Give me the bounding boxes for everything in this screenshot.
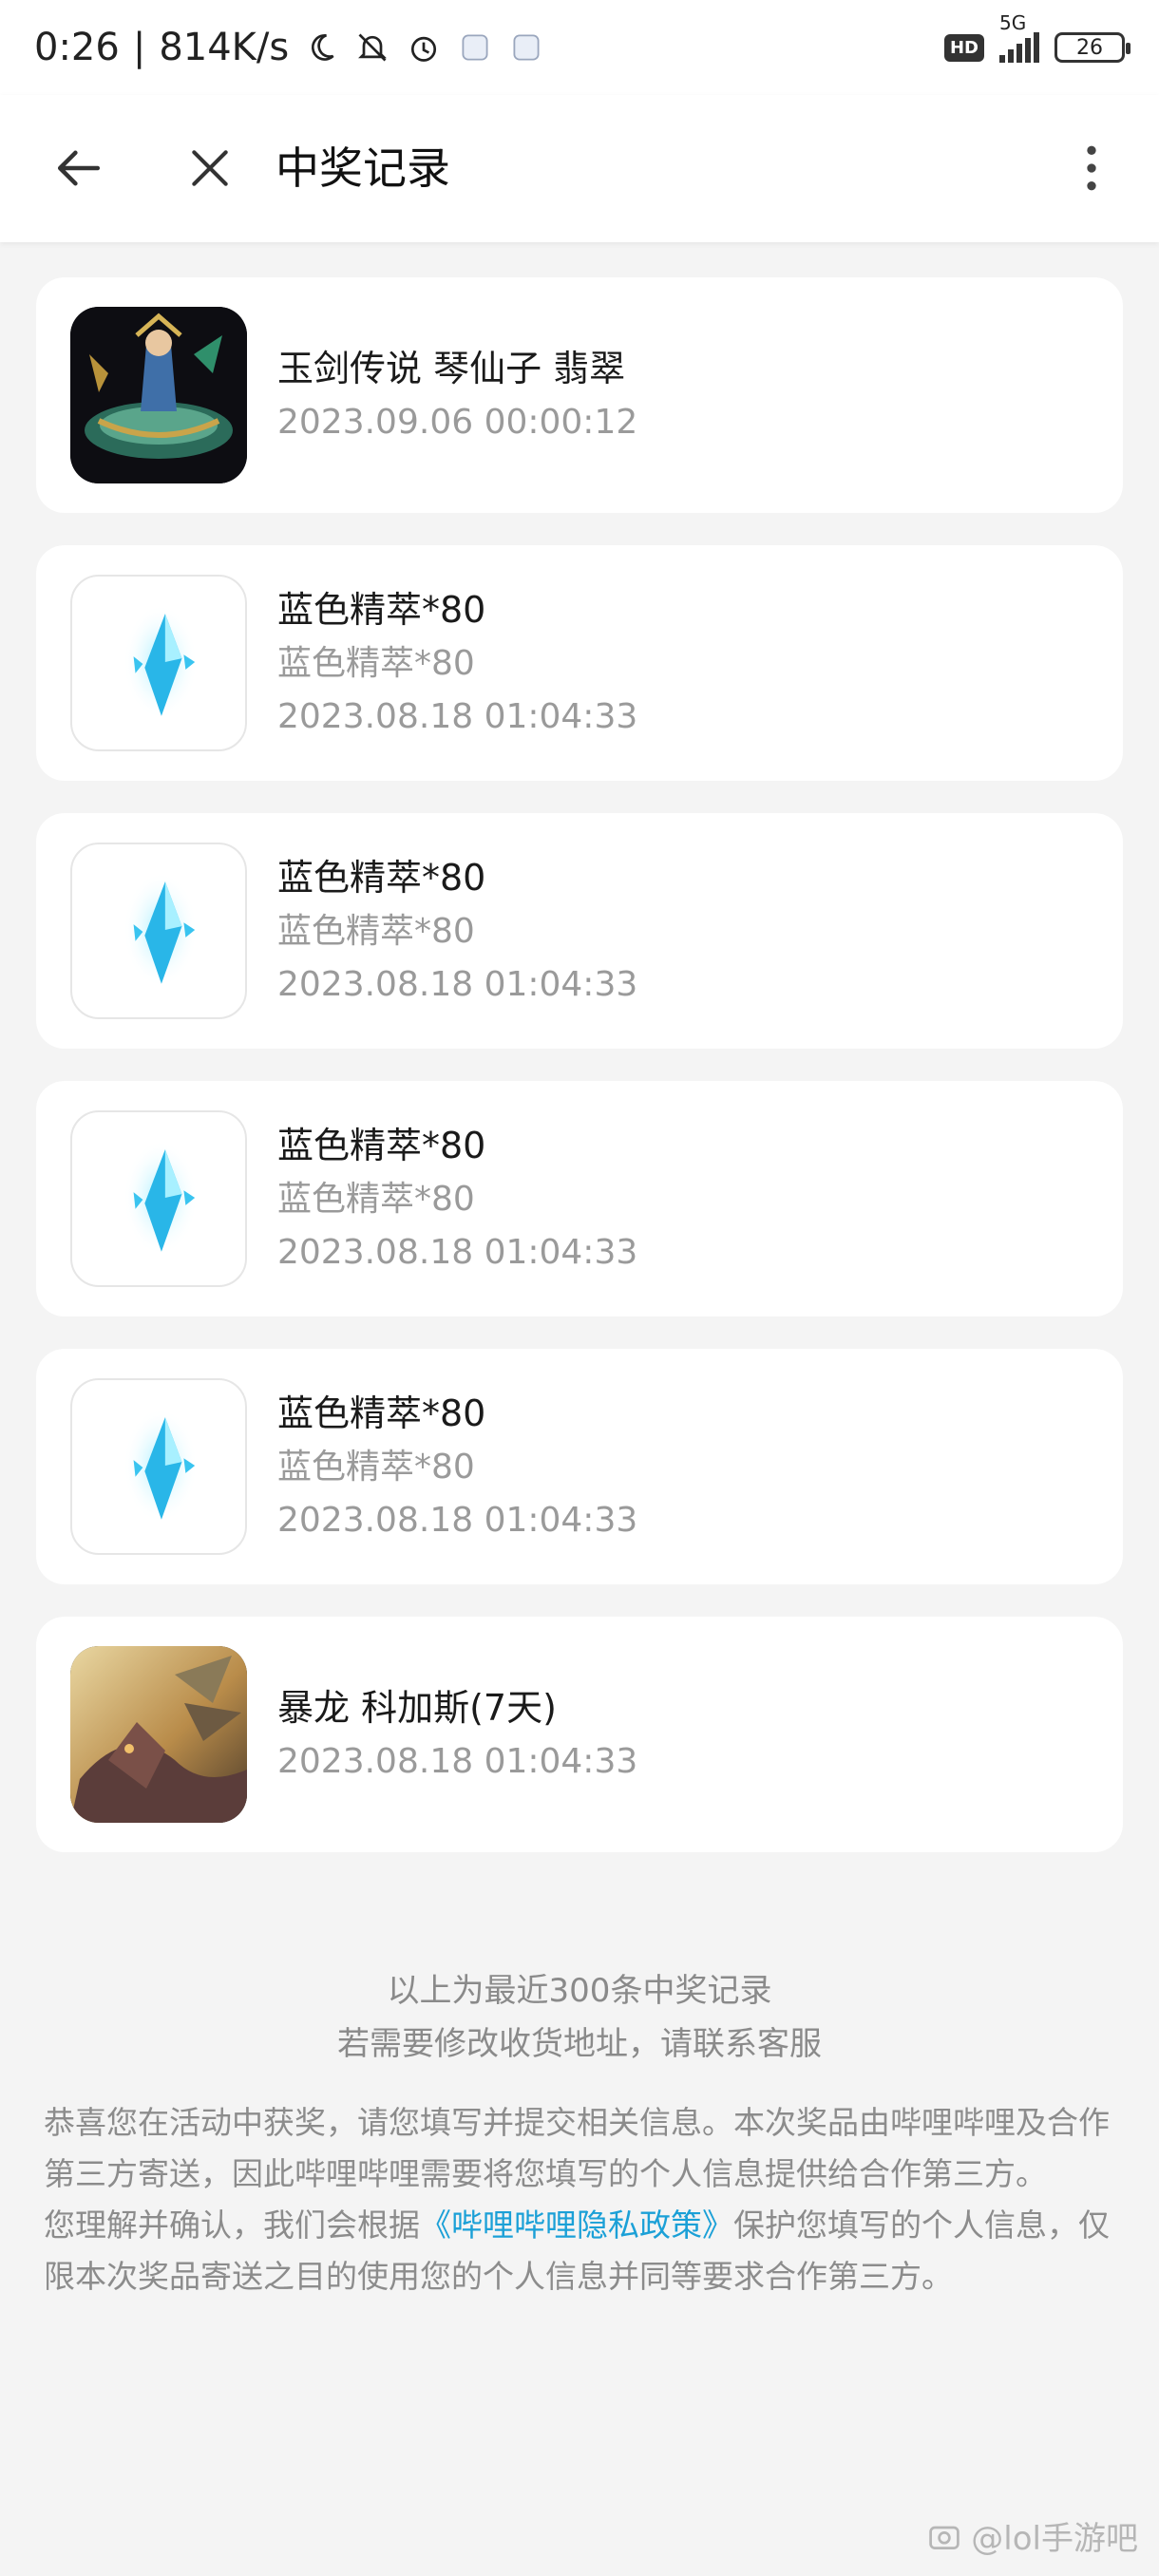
- battery-icon: 26: [1054, 32, 1130, 63]
- prize-info: 蓝色精萃*80 蓝色精萃*80 2023.08.18 01:04:33: [277, 589, 637, 737]
- privacy-disclaimer: 恭喜您在活动中获奖，请您填写并提交相关信息。本次奖品由哔哩哔哩及合作第三方寄送，…: [44, 2097, 1117, 2302]
- prize-thumbnail: [70, 1110, 247, 1287]
- status-bar: 0:26 | 814K/s HD 5G 26: [0, 0, 1159, 95]
- prize-record-card[interactable]: 玉剑传说 琴仙子 翡翠 2023.09.06 00:00:12: [36, 277, 1123, 513]
- prize-record-card[interactable]: 蓝色精萃*80 蓝色精萃*80 2023.08.18 01:04:33: [36, 1081, 1123, 1316]
- prize-time: 2023.08.18 01:04:33: [277, 965, 638, 1004]
- prize-thumbnail: [70, 575, 247, 751]
- prize-thumbnail: [70, 1378, 247, 1555]
- records-footer-note: 以上为最近300条中奖记录 若需要修改收货地址，请联系客服: [0, 1964, 1159, 2071]
- prize-record-list: 玉剑传说 琴仙子 翡翠 2023.09.06 00:00:12 蓝色精萃*80 …: [36, 277, 1123, 1885]
- prize-thumbnail: [70, 307, 247, 483]
- status-left: 0:26 | 814K/s: [34, 26, 545, 69]
- footer-line-1: 以上为最近300条中奖记录: [387, 1972, 772, 2010]
- blue-essence-icon: [123, 1140, 199, 1256]
- prize-name: 玉剑传说 琴仙子 翡翠: [277, 348, 626, 389]
- battery-level: 26: [1076, 35, 1103, 60]
- status-divider: |: [132, 26, 146, 69]
- prize-subtitle: 蓝色精萃*80: [277, 644, 475, 683]
- prize-info: 蓝色精萃*80 蓝色精萃*80 2023.08.18 01:04:33: [277, 1125, 637, 1273]
- back-button[interactable]: [48, 137, 110, 199]
- status-right: HD 5G 26: [943, 11, 1130, 63]
- prize-record-card[interactable]: 蓝色精萃*80 蓝色精萃*80 2023.08.18 01:04:33: [36, 1349, 1123, 1584]
- alarm-icon: [405, 28, 443, 66]
- prize-subtitle: 蓝色精萃*80: [277, 1180, 475, 1219]
- signal-icon: 5G: [999, 11, 1039, 63]
- prize-thumbnail: [70, 1646, 247, 1823]
- close-button[interactable]: [179, 137, 241, 199]
- prize-thumbnail: [70, 843, 247, 1019]
- watermark: @lol手游吧: [927, 2512, 1138, 2559]
- status-time: 0:26: [34, 26, 120, 69]
- disclaimer-text: 您理解并确认，我们会根据: [44, 2207, 420, 2244]
- prize-info: 玉剑传说 琴仙子 翡翠 2023.09.06 00:00:12: [277, 348, 637, 443]
- footer-line-2: 若需要修改收货地址，请联系客服: [337, 2025, 822, 2063]
- notification-icon: [456, 28, 494, 66]
- prize-record-card[interactable]: 暴龙 科加斯(7天) 2023.08.18 01:04:33: [36, 1617, 1123, 1852]
- prize-time: 2023.08.18 01:04:33: [277, 1742, 638, 1781]
- disclaimer-paragraph-1: 恭喜您在活动中获奖，请您填写并提交相关信息。本次奖品由哔哩哔哩及合作第三方寄送，…: [44, 2104, 1110, 2192]
- prize-record-card[interactable]: 蓝色精萃*80 蓝色精萃*80 2023.08.18 01:04:33: [36, 545, 1123, 781]
- camera-icon: [929, 2526, 960, 2549]
- more-button[interactable]: [1060, 137, 1123, 199]
- prize-name: 蓝色精萃*80: [277, 1125, 486, 1166]
- prize-subtitle: 蓝色精萃*80: [277, 1448, 475, 1487]
- prize-info: 蓝色精萃*80 蓝色精萃*80 2023.08.18 01:04:33: [277, 857, 637, 1005]
- prize-time: 2023.09.06 00:00:12: [277, 403, 638, 442]
- prize-record-card[interactable]: 蓝色精萃*80 蓝色精萃*80 2023.08.18 01:04:33: [36, 813, 1123, 1049]
- moon-icon: [302, 28, 340, 66]
- blue-essence-icon: [123, 1408, 199, 1524]
- arrow-left-icon: [57, 150, 101, 186]
- blue-essence-icon: [123, 604, 199, 720]
- prize-name: 暴龙 科加斯(7天): [277, 1687, 557, 1729]
- prize-name: 蓝色精萃*80: [277, 1392, 486, 1434]
- app-bar: 中奖记录: [0, 95, 1159, 242]
- prize-name: 蓝色精萃*80: [277, 857, 486, 899]
- status-speed: 814K/s: [159, 26, 290, 69]
- chogath-skin-image: [70, 1646, 247, 1823]
- prize-time: 2023.08.18 01:04:33: [277, 697, 638, 736]
- sona-skin-image: [70, 307, 247, 483]
- network-type: 5G: [999, 11, 1027, 34]
- mute-icon: [353, 28, 391, 66]
- prize-time: 2023.08.18 01:04:33: [277, 1501, 638, 1540]
- prize-name: 蓝色精萃*80: [277, 589, 486, 631]
- notification-icon: [507, 28, 545, 66]
- close-icon: [192, 150, 228, 186]
- privacy-policy-link[interactable]: 《哔哩哔哩隐私政策》: [420, 2207, 733, 2244]
- hd-badge: HD: [943, 33, 984, 62]
- blue-essence-icon: [123, 872, 199, 988]
- prize-info: 暴龙 科加斯(7天) 2023.08.18 01:04:33: [277, 1687, 637, 1782]
- page-title: 中奖记录: [276, 142, 450, 194]
- prize-info: 蓝色精萃*80 蓝色精萃*80 2023.08.18 01:04:33: [277, 1392, 637, 1541]
- more-vertical-icon: [1087, 145, 1096, 191]
- disclaimer-paragraph-2: 您理解并确认，我们会根据《哔哩哔哩隐私政策》保护您填写的个人信息，仅限本次奖品寄…: [44, 2200, 1117, 2302]
- watermark-text: @lol手游吧: [971, 2520, 1138, 2558]
- prize-subtitle: 蓝色精萃*80: [277, 912, 475, 951]
- prize-time: 2023.08.18 01:04:33: [277, 1233, 638, 1272]
